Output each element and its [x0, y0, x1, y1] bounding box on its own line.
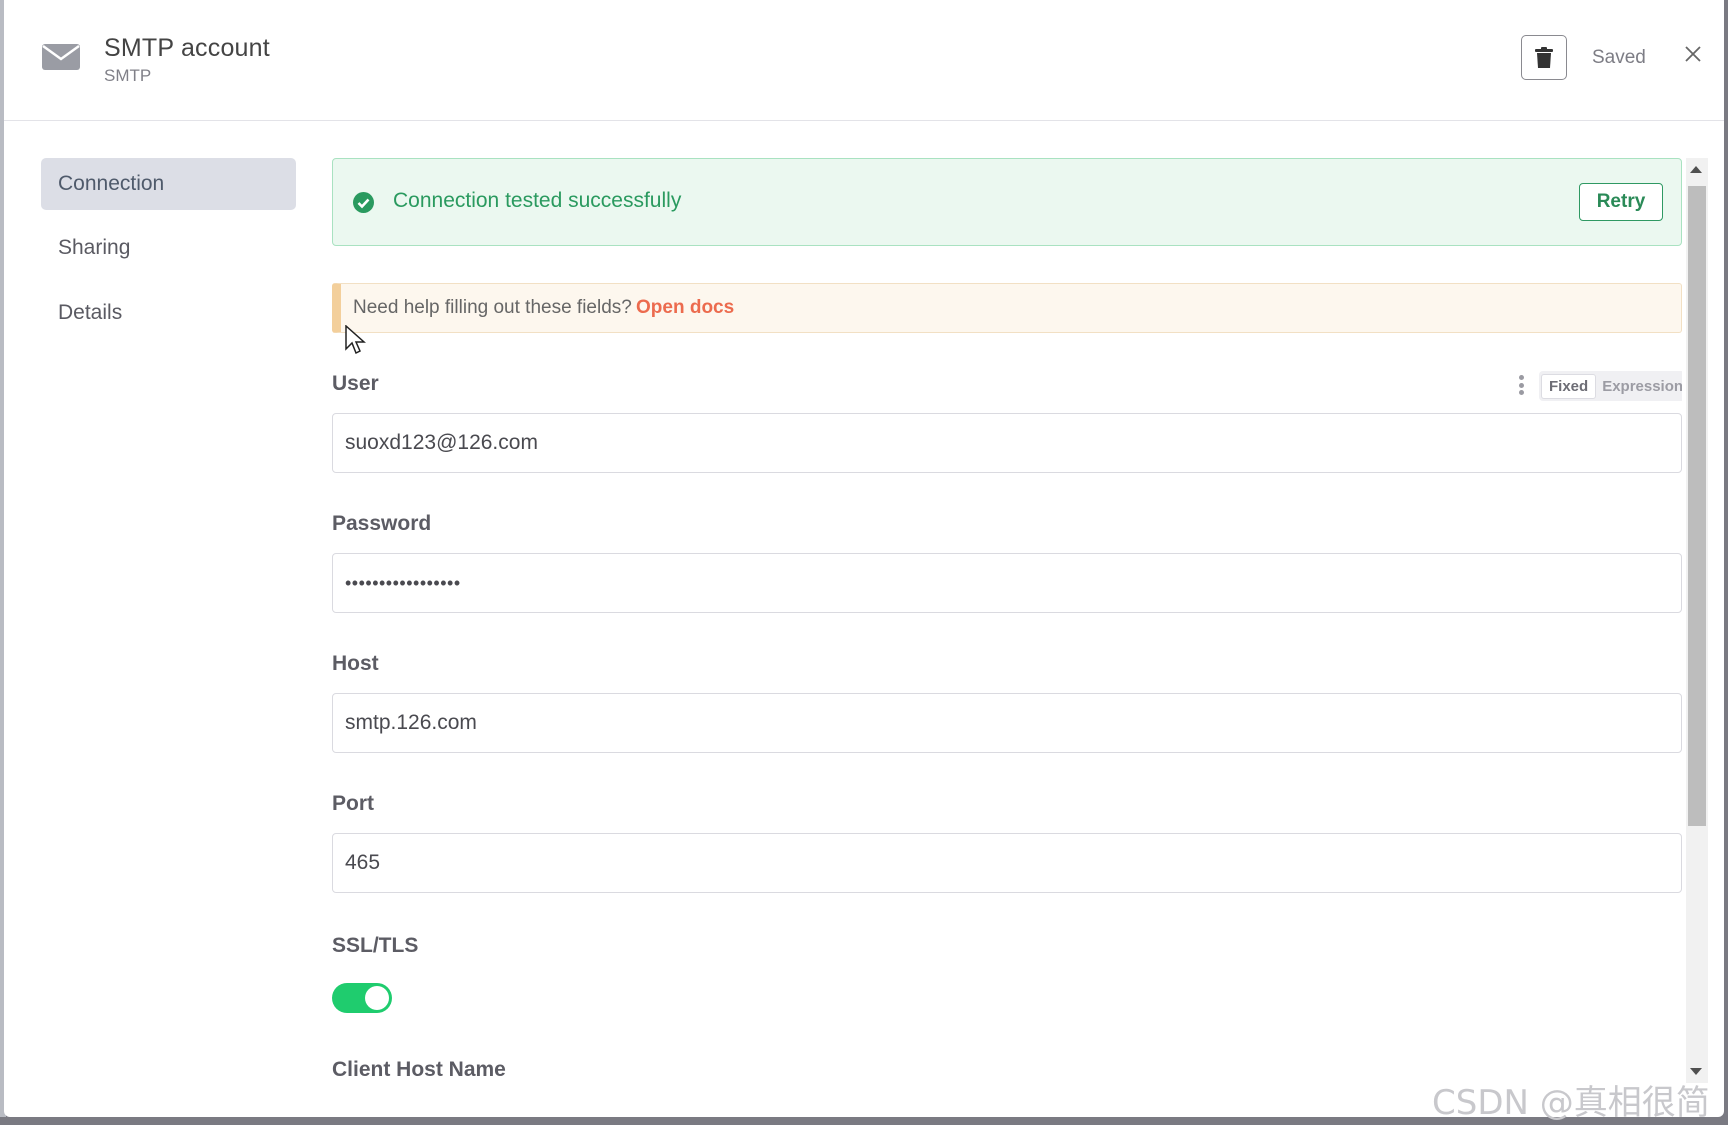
save-status: Saved — [1592, 47, 1646, 68]
ssl-label: SSL/TLS — [332, 934, 419, 957]
sidebar-item-details[interactable]: Details — [41, 287, 296, 339]
connection-form: Connection tested successfully Retry Nee… — [332, 158, 1682, 1083]
modal-header: SMTP account SMTP Saved — [4, 0, 1724, 121]
scroll-up-arrow[interactable] — [1690, 166, 1702, 173]
delete-button[interactable] — [1521, 35, 1567, 80]
host-label: Host — [332, 652, 379, 675]
credential-type: SMTP — [104, 66, 152, 85]
watermark: CSDN @真相很简单 — [1432, 1083, 1710, 1123]
ssl-toggle[interactable] — [332, 983, 392, 1013]
password-label: Password — [332, 512, 432, 535]
scroll-down-arrow[interactable] — [1690, 1068, 1702, 1075]
mode-fixed-option[interactable]: Fixed — [1541, 373, 1597, 399]
sidebar-item-sharing[interactable]: Sharing — [41, 222, 296, 274]
open-docs-link[interactable]: Open docs — [636, 297, 734, 319]
success-message: Connection tested successfully — [393, 189, 682, 212]
field-options-icon[interactable] — [1518, 375, 1524, 395]
port-input[interactable]: 465 — [332, 833, 1682, 893]
help-banner: Need help filling out these fields? Open… — [332, 283, 1682, 333]
check-circle-icon — [353, 192, 374, 213]
close-icon — [1685, 46, 1701, 62]
toggle-knob — [365, 986, 389, 1010]
password-input[interactable]: ••••••••••••••••• — [332, 553, 1682, 613]
mode-toggle[interactable]: Fixed Expression — [1539, 371, 1682, 401]
port-label: Port — [332, 792, 374, 815]
host-input[interactable]: smtp.126.com — [332, 693, 1682, 753]
client-host-label: Client Host Name — [332, 1058, 506, 1081]
credential-modal: SMTP account SMTP Saved Connection Shari… — [4, 0, 1724, 1117]
envelope-icon — [42, 44, 80, 70]
close-button[interactable] — [1681, 42, 1705, 66]
scrollbar[interactable] — [1686, 158, 1708, 1083]
retry-button[interactable]: Retry — [1579, 183, 1663, 221]
mouse-cursor-icon — [345, 325, 366, 355]
success-banner: Connection tested successfully Retry — [332, 158, 1682, 246]
sidebar-item-connection[interactable]: Connection — [41, 158, 296, 210]
mode-expression-option[interactable]: Expression — [1596, 375, 1682, 398]
trash-icon — [1535, 46, 1553, 68]
help-text: Need help filling out these fields? — [353, 297, 632, 318]
page-title: SMTP account — [104, 34, 270, 62]
scroll-thumb[interactable] — [1688, 186, 1706, 826]
user-input[interactable]: suoxd123@126.com — [332, 413, 1682, 473]
user-label: User — [332, 372, 379, 395]
